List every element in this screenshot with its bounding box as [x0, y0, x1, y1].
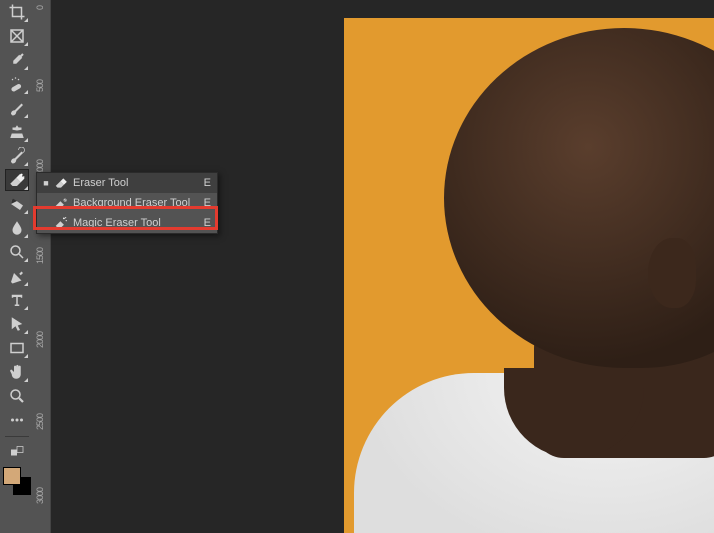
dodge-tool[interactable] [5, 241, 29, 263]
crop-tool[interactable] [5, 1, 29, 23]
magic-eraser-icon [51, 216, 71, 230]
image-region-ear [648, 238, 696, 308]
color-swatches[interactable] [3, 467, 31, 495]
zoom-tool[interactable] [5, 385, 29, 407]
pen-tool[interactable] [5, 265, 29, 287]
type-tool[interactable] [5, 289, 29, 311]
image-region-head [444, 28, 714, 368]
background-eraser-icon [51, 196, 71, 210]
ruler-tick: 500 [35, 80, 45, 92]
history-brush-tool[interactable] [5, 145, 29, 167]
ruler-vertical[interactable]: 0 500 1000 1500 2000 2500 3000 [33, 0, 51, 533]
ruler-tick: 2500 [35, 414, 45, 430]
toolbar-divider [5, 436, 29, 437]
flyout-item-shortcut: E [204, 197, 211, 209]
ruler-tick: 1500 [35, 248, 45, 264]
document-image[interactable] [344, 18, 714, 533]
flyout-item-magic-eraser[interactable]: Magic Eraser Tool E [37, 213, 217, 233]
ruler-tick: 0 [35, 6, 45, 10]
selection-indicator-icon: ■ [41, 178, 51, 188]
flyout-item-background-eraser[interactable]: Background Eraser Tool E [37, 193, 217, 213]
flyout-item-shortcut: E [204, 177, 211, 189]
clone-stamp-tool[interactable] [5, 121, 29, 143]
flyout-item-label: Eraser Tool [71, 177, 204, 189]
tools-panel [0, 0, 33, 533]
eraser-tool-flyout: ■ Eraser Tool E Background Eraser Tool E… [36, 172, 218, 234]
eraser-tool[interactable] [5, 169, 29, 191]
edit-toolbar[interactable] [5, 409, 29, 431]
frame-tool[interactable] [5, 25, 29, 47]
ruler-tick: 2000 [35, 332, 45, 348]
flyout-item-eraser[interactable]: ■ Eraser Tool E [37, 173, 217, 193]
toolbar-extra[interactable] [5, 442, 29, 460]
blur-tool[interactable] [5, 217, 29, 239]
hand-tool[interactable] [5, 361, 29, 383]
gradient-tool[interactable] [5, 193, 29, 215]
foreground-color-swatch[interactable] [3, 467, 21, 485]
flyout-item-label: Magic Eraser Tool [71, 217, 204, 229]
brush-tool[interactable] [5, 97, 29, 119]
eyedropper-tool[interactable] [5, 49, 29, 71]
flyout-item-shortcut: E [204, 217, 211, 229]
ruler-tick: 3000 [35, 488, 45, 504]
flyout-item-label: Background Eraser Tool [71, 197, 204, 209]
rectangle-tool[interactable] [5, 337, 29, 359]
eraser-icon [51, 176, 71, 190]
path-selection-tool[interactable] [5, 313, 29, 335]
healing-brush-tool[interactable] [5, 73, 29, 95]
